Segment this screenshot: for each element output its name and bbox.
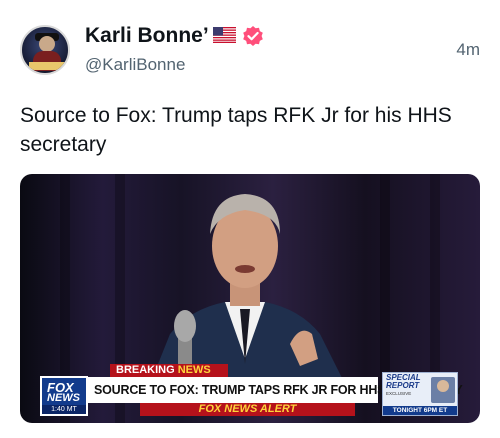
display-name[interactable]: Karli Bonne’ bbox=[85, 24, 209, 48]
breaking-label: BREAKING bbox=[116, 364, 175, 376]
chyron-headline: SOURCE TO FOX: TRUMP TAPS RFK JR FOR HHS… bbox=[88, 377, 463, 403]
special-report-exclusive: EXCLUSIVE bbox=[386, 391, 412, 396]
breaking-news-bar: BREAKING NEWS bbox=[110, 364, 228, 377]
speaker-figure bbox=[150, 194, 345, 384]
avatar-face bbox=[39, 36, 55, 52]
news-lower-third: BREAKING NEWS FOX NEWS 1:40 MT SOURCE TO… bbox=[40, 364, 463, 416]
special-report-photo bbox=[431, 377, 455, 403]
post-timestamp[interactable]: 4m bbox=[456, 40, 480, 60]
news-alert-bar: FOX NEWS ALERT bbox=[140, 403, 355, 416]
news-label: NEWS bbox=[177, 364, 211, 376]
post-text: Source to Fox: Trump taps RFK Jr for his… bbox=[20, 104, 452, 156]
post-media-image[interactable]: BREAKING NEWS FOX NEWS 1:40 MT SOURCE TO… bbox=[20, 174, 480, 423]
avatar-banner bbox=[29, 62, 65, 70]
verified-badge-icon bbox=[243, 26, 263, 46]
broadcast-time: 1:40 MT bbox=[42, 405, 86, 414]
post-card[interactable]: Karli Bonne’ @KarliBonne 4m Source to Fo… bbox=[0, 0, 500, 438]
special-report-promo: SPECIAL REPORT EXCLUSIVE TONIGHT 6PM ET bbox=[382, 372, 458, 416]
special-report-title: SPECIAL REPORT bbox=[386, 373, 421, 390]
user-handle[interactable]: @KarliBonne bbox=[85, 55, 185, 75]
network-logo: FOX NEWS 1:40 MT bbox=[40, 376, 88, 416]
avatar[interactable] bbox=[20, 25, 70, 75]
us-flag-icon bbox=[213, 27, 236, 43]
network-logo-bottom: NEWS bbox=[47, 392, 80, 404]
special-report-time: TONIGHT 6PM ET bbox=[383, 406, 457, 415]
